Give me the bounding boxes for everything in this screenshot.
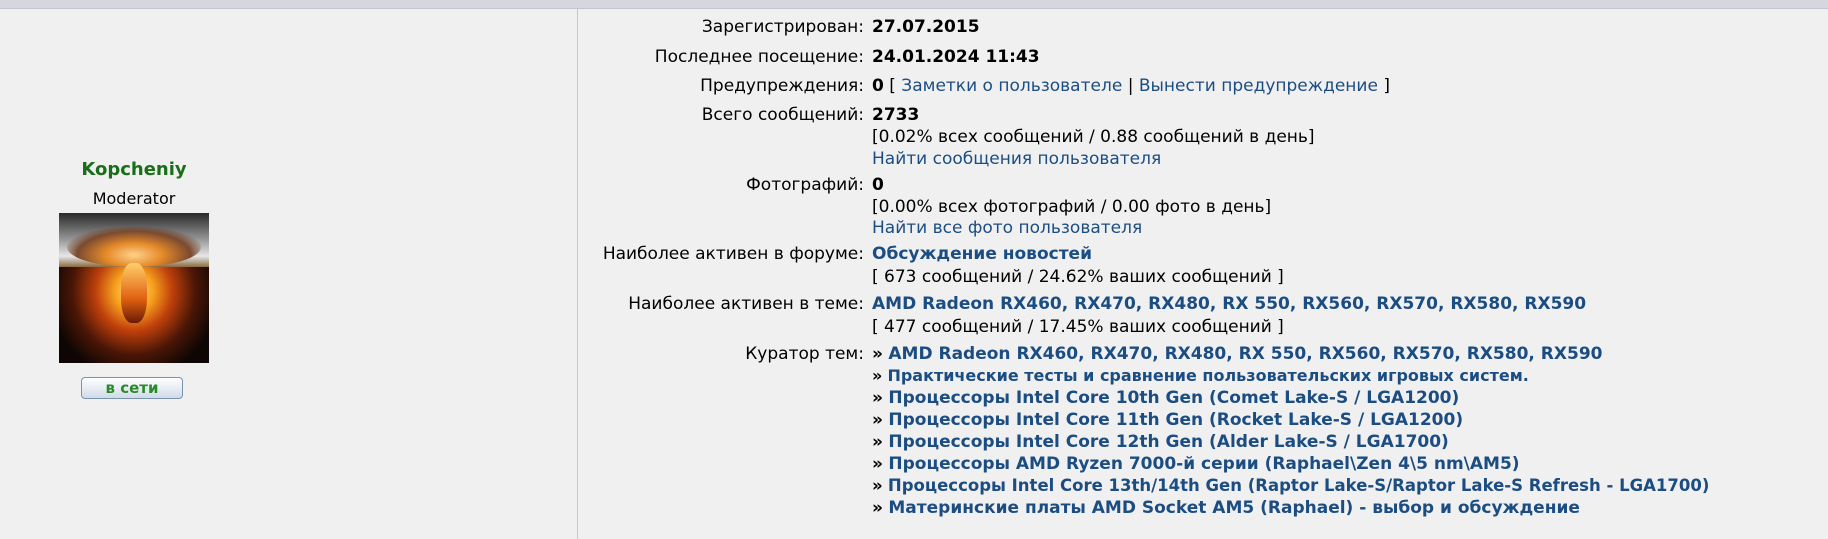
- field-values: 27.07.2015 24.01.2024 11:43 0 [ Заметки …: [872, 9, 1828, 539]
- active-topic-stats: [ 477 сообщений / 17.45% ваших сообщений…: [872, 317, 1284, 337]
- last-visit-value: 24.01.2024 11:43: [872, 47, 1040, 67]
- link-separator: |: [1127, 76, 1134, 96]
- user-rank: Moderator: [92, 189, 176, 208]
- active-forum-link[interactable]: Обсуждение новостей: [872, 244, 1092, 264]
- user-card: Kopcheniy Moderator в сети: [0, 9, 577, 539]
- curator-topic-link[interactable]: Материнские платы AMD Socket AM5 (Raphae…: [888, 498, 1580, 518]
- active-forum-label: Наиболее активен в форуме:: [602, 244, 864, 264]
- curator-topic-item: » Практические тесты и сравнение пользов…: [872, 366, 1529, 385]
- photos-stats: [0.00% всех фотографий / 0.00 фото в ден…: [872, 197, 1272, 217]
- photos-label: Фотографий:: [746, 175, 864, 195]
- curator-topic-item: » Материнские платы AMD Socket AM5 (Raph…: [872, 498, 1580, 518]
- active-topic-label: Наиболее активен в теме:: [628, 294, 864, 314]
- find-posts-link[interactable]: Найти сообщения пользователя: [872, 149, 1161, 169]
- posts-value: 2733: [872, 105, 920, 125]
- active-topic-link[interactable]: AMD Radeon RX460, RX470, RX480, RX 550, …: [872, 294, 1586, 314]
- bullet-icon: »: [872, 454, 883, 474]
- curator-topic-link[interactable]: Процессоры Intel Core 12th Gen (Alder La…: [888, 432, 1448, 452]
- registered-value: 27.07.2015: [872, 17, 980, 37]
- curator-topic-link[interactable]: Процессоры Intel Core 10th Gen (Comet La…: [888, 388, 1459, 408]
- bullet-icon: »: [872, 410, 883, 430]
- curator-topic-item: » Процессоры Intel Core 10th Gen (Comet …: [872, 388, 1459, 408]
- bullet-icon: »: [872, 366, 883, 385]
- top-border: [0, 0, 1828, 9]
- issue-warning-link[interactable]: Вынести предупреждение: [1139, 76, 1378, 96]
- bullet-icon: »: [872, 498, 883, 518]
- online-status-button[interactable]: в сети: [81, 377, 183, 399]
- registered-label: Зарегистрирован:: [701, 17, 864, 37]
- warnings-value: 0: [872, 76, 884, 96]
- warnings-row: 0 [ Заметки о пользователе | Вынести пре…: [872, 76, 1390, 96]
- username[interactable]: Kopcheniy: [0, 159, 268, 180]
- curator-topic-item: » Процессоры Intel Core 11th Gen (Rocket…: [872, 410, 1463, 430]
- curator-topic-item: » Процессоры Intel Core 12th Gen (Alder …: [872, 432, 1449, 452]
- avatar-cloud: [67, 227, 201, 267]
- curator-topic-item: » AMD Radeon RX460, RX470, RX480, RX 550…: [872, 344, 1602, 364]
- avatar: [59, 213, 209, 363]
- curator-label: Куратор тем:: [745, 344, 864, 364]
- bracket-open: [: [889, 76, 896, 96]
- field-labels: Зарегистрирован: Последнее посещение: Пр…: [578, 9, 864, 539]
- curator-topic-item: » Процессоры Intel Core 13th/14th Gen (R…: [872, 476, 1709, 495]
- posts-stats: [0.02% всех сообщений / 0.88 сообщений в…: [872, 127, 1315, 147]
- bullet-icon: »: [872, 476, 883, 495]
- last-visit-label: Последнее посещение:: [654, 47, 864, 67]
- posts-label: Всего сообщений:: [701, 105, 864, 125]
- bracket-close: ]: [1383, 76, 1390, 96]
- user-notes-link[interactable]: Заметки о пользователе: [901, 76, 1122, 96]
- curator-topic-item: » Процессоры AMD Ryzen 7000-й серии (Rap…: [872, 454, 1520, 474]
- curator-topic-link[interactable]: Процессоры AMD Ryzen 7000-й серии (Rapha…: [888, 454, 1519, 474]
- find-photos-link[interactable]: Найти все фото пользователя: [872, 218, 1142, 238]
- curator-topic-link[interactable]: Практические тесты и сравнение пользоват…: [887, 366, 1528, 385]
- profile-details: Зарегистрирован: Последнее посещение: Пр…: [578, 9, 1828, 539]
- bullet-icon: »: [872, 432, 883, 452]
- warnings-label: Предупреждения:: [700, 76, 864, 96]
- photos-value: 0: [872, 175, 884, 195]
- avatar-stem: [121, 263, 147, 323]
- active-forum-stats: [ 673 сообщений / 24.62% ваших сообщений…: [872, 267, 1284, 287]
- curator-topic-link[interactable]: AMD Radeon RX460, RX470, RX480, RX 550, …: [888, 344, 1602, 364]
- curator-topic-link[interactable]: Процессоры Intel Core 11th Gen (Rocket L…: [888, 410, 1463, 430]
- curator-topic-link[interactable]: Процессоры Intel Core 13th/14th Gen (Rap…: [888, 476, 1709, 495]
- bullet-icon: »: [872, 344, 883, 364]
- bullet-icon: »: [872, 388, 883, 408]
